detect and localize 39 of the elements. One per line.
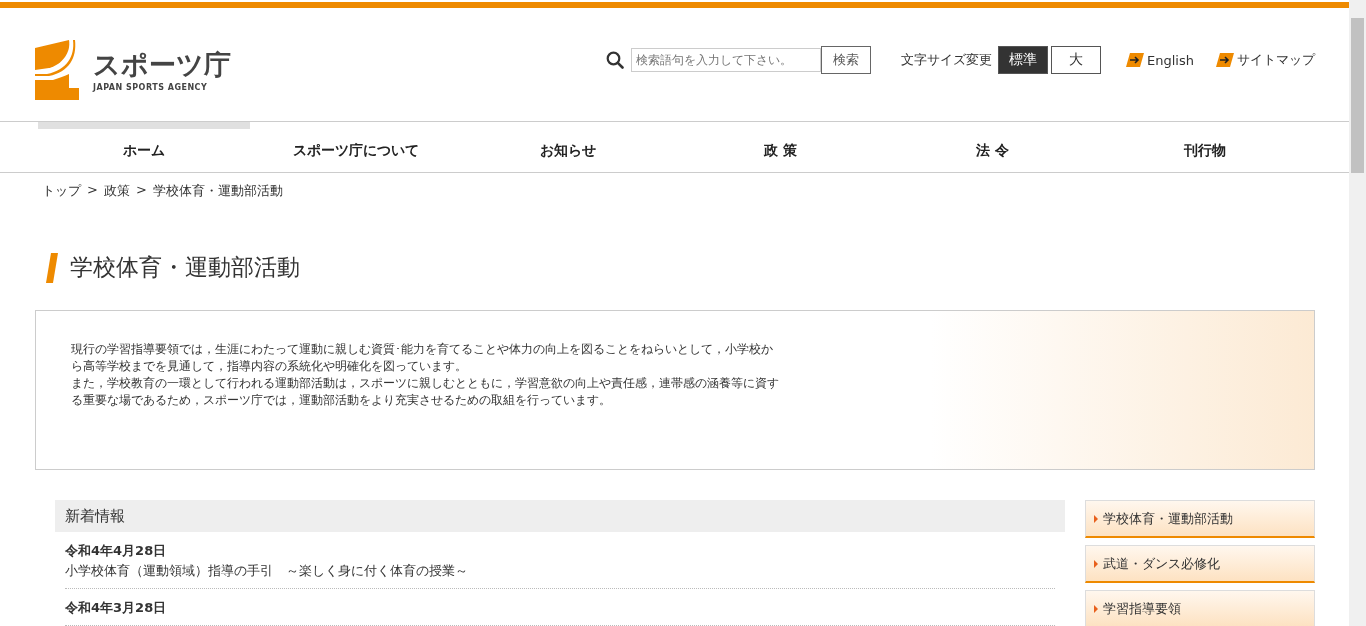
arrow-icon xyxy=(1216,53,1234,67)
breadcrumb-separator: > xyxy=(135,182,147,199)
search-button[interactable]: 検索 xyxy=(821,46,872,74)
nav-item[interactable]: 政 策 xyxy=(674,122,887,172)
news-date: 令和4年4月28日 xyxy=(65,542,168,560)
nav-item[interactable]: 刊行物 xyxy=(1098,122,1312,172)
title-accent-icon xyxy=(46,252,58,283)
logo-subtitle: JAPAN SPORTS AGENCY xyxy=(93,82,209,92)
nav-item[interactable]: 法 令 xyxy=(886,122,1099,172)
search-field[interactable]: 検索語句を入力して下さい。 xyxy=(631,48,822,72)
font-size-button[interactable]: 大 xyxy=(1051,46,1102,74)
nav-item[interactable]: スポーツ庁について xyxy=(250,122,463,172)
side-menu-item[interactable]: 武道・ダンス必修化 xyxy=(1085,545,1315,583)
search-icon xyxy=(606,51,625,69)
logo-icon[interactable] xyxy=(35,40,79,100)
font-size-label: 文字サイズ変更 xyxy=(901,51,993,69)
news-heading: 新着情報 xyxy=(55,500,1065,532)
breadcrumb-separator: > xyxy=(87,182,98,199)
triangle-icon xyxy=(1094,559,1098,568)
triangle-icon xyxy=(1094,514,1098,523)
arrow-icon xyxy=(1126,53,1145,67)
header-link[interactable]: English xyxy=(1147,52,1194,68)
scrollbar[interactable] xyxy=(1349,0,1366,626)
nav-item[interactable]: ホーム xyxy=(38,122,251,172)
breadcrumb-link[interactable]: 政策 xyxy=(103,182,130,200)
intro-paragraph: また，学校教育の一環として行われる運動部活動は，スポーツに親しむとともに，学習意欲の向上や責任感，連帯感の涵養等に資する重要な場であるため，スポーツ庁では，運動部活動をより充実させるための取組を行っています。 xyxy=(71,375,780,409)
side-menu-item[interactable]: 学校体育・運動部活動 xyxy=(1085,500,1315,538)
intro-paragraph: 現行の学習指導要領では，生涯にわたって運動に親しむ資質･能力を育てることや体力の向上を図ることをねらいとして，小学校から高等学校までを見通して，指導内容の系統化や明確化を図っています。 xyxy=(71,341,774,375)
nav-item[interactable]: お知らせ xyxy=(462,122,675,172)
triangle-icon xyxy=(1094,604,1098,613)
page-title: 学校体育・運動部活動 xyxy=(70,253,300,282)
breadcrumb-link[interactable]: トップ xyxy=(42,182,81,200)
header-link[interactable]: サイトマップ xyxy=(1237,51,1315,69)
side-menu-item[interactable]: 学習指導要領 xyxy=(1085,590,1315,626)
news-date: 令和4年3月28日 xyxy=(65,599,168,617)
logo-title[interactable]: スポーツ庁 xyxy=(93,48,231,81)
font-size-button[interactable]: 標準 xyxy=(998,46,1049,74)
news-link[interactable]: 小学校体育（運動領域）指導の手引 ～楽しく身に付く体育の授業～ xyxy=(65,563,468,578)
breadcrumb-current: 学校体育・運動部活動 xyxy=(152,182,283,200)
